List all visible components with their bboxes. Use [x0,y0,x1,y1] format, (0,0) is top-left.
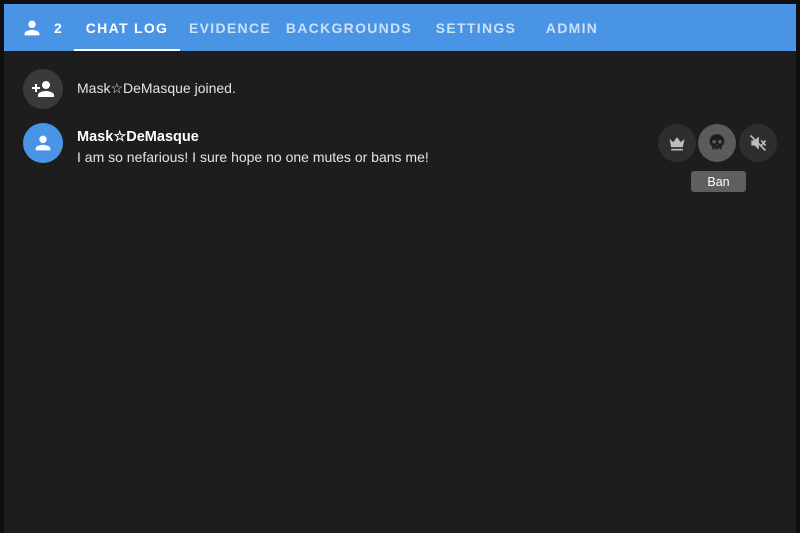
crown-icon [667,133,687,153]
ban-tooltip: Ban [691,171,746,192]
user-count: 2 [54,19,63,36]
mute-button[interactable] [739,124,777,162]
active-tab-indicator [74,49,180,51]
tab-admin[interactable]: ADMIN [536,4,608,51]
user-count-indicator[interactable]: 2 [21,4,62,51]
message-text: I am so nefarious! I sure hope no one mu… [77,149,429,165]
make-admin-button[interactable] [658,124,696,162]
top-navigation-bar: 2 CHAT LOG EVIDENCE BACKGROUNDS SETTINGS… [4,4,796,51]
user-avatar [23,123,63,163]
tab-label: ADMIN [545,19,599,36]
person-icon [21,17,43,39]
ban-button[interactable] [698,124,736,162]
tab-label: SETTINGS [435,19,517,36]
person-add-icon [31,77,55,101]
mute-icon [748,133,768,153]
tab-settings[interactable]: SETTINGS [428,4,524,51]
skull-icon [706,132,728,154]
person-icon [32,132,54,154]
tab-label: EVIDENCE [189,19,271,36]
message-author: Mask☆DeMasque [77,129,199,145]
tab-label: BACKGROUNDS [285,19,413,36]
tab-label: CHAT LOG [85,19,169,36]
window-frame: 2 CHAT LOG EVIDENCE BACKGROUNDS SETTINGS… [0,0,800,533]
tab-evidence[interactable]: EVIDENCE [184,4,276,51]
system-message: Mask☆DeMasque joined. [77,80,236,96]
tab-chat-log[interactable]: CHAT LOG [74,4,180,51]
app-root: 2 CHAT LOG EVIDENCE BACKGROUNDS SETTINGS… [4,4,796,533]
system-avatar [23,69,63,109]
tab-backgrounds[interactable]: BACKGROUNDS [286,4,412,51]
